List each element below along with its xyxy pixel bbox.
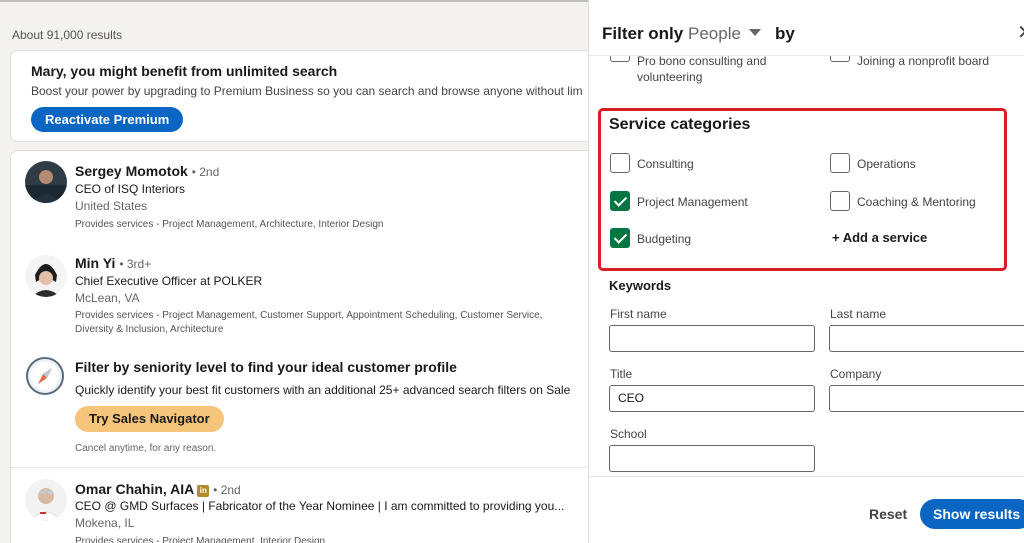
- compass-icon: [26, 357, 64, 395]
- result-title: CEO of ISQ Interiors: [75, 182, 186, 196]
- partial-filter-row: Pro bono consulting and volunteering Joi…: [589, 42, 1024, 90]
- filter-footer: Reset Show results: [589, 476, 1024, 543]
- title-field[interactable]: CEO: [609, 385, 815, 412]
- company-field[interactable]: [829, 385, 1024, 412]
- avatar[interactable]: [25, 479, 67, 521]
- service-categories-title: Service categories: [609, 116, 751, 133]
- first-name-field[interactable]: [609, 325, 815, 352]
- close-icon[interactable]: ✕: [1017, 20, 1024, 45]
- top-edge: [0, 0, 588, 8]
- reset-button[interactable]: Reset: [869, 506, 907, 522]
- filter-panel: Pro bono consulting and volunteering Joi…: [588, 0, 1024, 543]
- result-name[interactable]: Omar Chahin, AIA in • 2nd: [75, 481, 241, 497]
- result-title: CEO @ GMD Surfaces | Fabricator of the Y…: [75, 499, 565, 513]
- add-service-button[interactable]: + Add a service: [832, 230, 927, 245]
- checkbox-label: Pro bono consulting and: [637, 54, 767, 68]
- checkbox-operations[interactable]: [830, 153, 850, 173]
- sales-nav-title: Filter by seniority level to find your i…: [75, 359, 457, 375]
- avatar[interactable]: [25, 161, 67, 203]
- search-results-column: About 91,000 results Mary, you might ben…: [0, 0, 588, 543]
- checkbox-label: volunteering: [637, 70, 703, 84]
- keywords-title: Keywords: [609, 278, 672, 293]
- result-title: Chief Executive Officer at POLKER: [75, 274, 263, 288]
- last-name-field[interactable]: [829, 325, 1024, 352]
- divider: [11, 467, 588, 468]
- connection-degree: • 2nd: [191, 165, 220, 179]
- filter-header-suffix: by: [775, 24, 795, 43]
- result-services: Provides services - Project Management, …: [75, 219, 384, 230]
- first-name-label: First name: [610, 307, 667, 321]
- school-label: School: [610, 427, 647, 441]
- premium-upsell-card: Mary, you might benefit from unlimited s…: [10, 50, 588, 142]
- checkbox-project-management[interactable]: [610, 191, 630, 211]
- connection-degree: • 3rd+: [119, 257, 152, 271]
- checkbox-coaching-mentoring[interactable]: [830, 191, 850, 211]
- checkbox-label: Operations: [857, 157, 916, 171]
- school-field[interactable]: [609, 445, 815, 472]
- checkbox-budgeting[interactable]: [610, 228, 630, 248]
- filter-header-prefix: Filter only: [602, 24, 684, 43]
- show-results-button[interactable]: Show results: [920, 499, 1024, 529]
- reactivate-premium-button[interactable]: Reactivate Premium: [31, 107, 184, 132]
- result-services: Provides services - Project Management, …: [75, 536, 326, 543]
- results-count: About 91,000 results: [12, 28, 123, 42]
- result-location: McLean, VA: [75, 291, 140, 305]
- linkedin-premium-badge-icon: in: [197, 485, 210, 497]
- try-sales-navigator-button[interactable]: Try Sales Navigator: [75, 406, 224, 432]
- premium-title: Mary, you might benefit from unlimited s…: [31, 63, 338, 79]
- title-label: Title: [610, 367, 633, 381]
- filter-header: Filter only People by ✕: [589, 0, 1024, 56]
- company-label: Company: [830, 367, 882, 381]
- result-services: Provides services - Project Management, …: [75, 310, 543, 335]
- results-list: Sergey Momotok • 2nd CEO of ISQ Interior…: [10, 150, 588, 543]
- checkbox-label: Project Management: [637, 195, 748, 209]
- result-location: United States: [75, 199, 148, 213]
- checkbox-label: Budgeting: [637, 232, 692, 246]
- result-location: Mokena, IL: [75, 516, 135, 530]
- connection-degree: • 2nd: [213, 483, 241, 497]
- checkbox-label: Consulting: [637, 157, 694, 171]
- checkbox-label: Coaching & Mentoring: [857, 195, 976, 209]
- result-name[interactable]: Sergey Momotok • 2nd: [75, 163, 219, 179]
- sales-nav-subtitle: Quickly identify your best fit customers…: [75, 383, 571, 397]
- avatar[interactable]: [25, 255, 67, 297]
- sales-nav-cancel-note: Cancel anytime, for any reason.: [75, 443, 217, 454]
- result-name[interactable]: Min Yi • 3rd+: [75, 255, 151, 271]
- checkbox-consulting[interactable]: [610, 153, 630, 173]
- entity-dropdown[interactable]: People: [688, 24, 741, 44]
- checkbox-label: Joining a nonprofit board: [857, 54, 990, 68]
- caret-down-icon[interactable]: [749, 29, 761, 36]
- premium-subtitle: Boost your power by upgrading to Premium…: [31, 84, 583, 98]
- last-name-label: Last name: [830, 307, 887, 321]
